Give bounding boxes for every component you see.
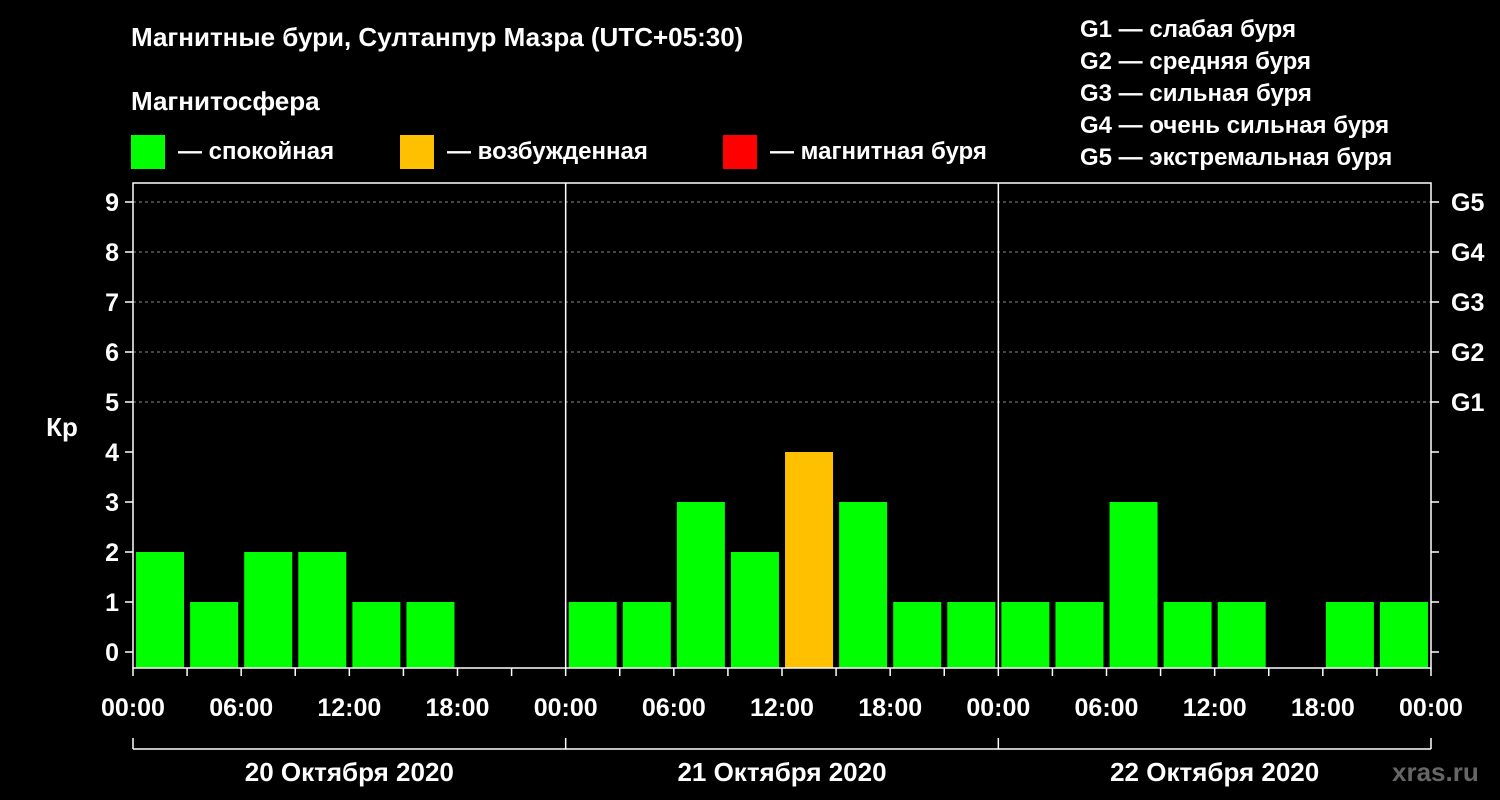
y-tick-label-5: 5: [105, 389, 119, 417]
bar-0: [136, 552, 185, 668]
bar-3: [298, 552, 347, 668]
storm-label-G5: G5: [1451, 189, 1484, 217]
x-tick-label-0: 00:00: [101, 694, 165, 722]
bar-20: [1217, 602, 1266, 668]
x-tick-label-2: 12:00: [317, 694, 381, 722]
bar-14: [893, 602, 942, 668]
y-tick-label-7: 7: [105, 289, 119, 317]
bar-10: [676, 502, 725, 668]
bar-5: [406, 602, 455, 668]
watermark: xras.ru: [1392, 757, 1479, 787]
y-tick-label-6: 6: [105, 339, 119, 367]
y-tick-label-3: 3: [105, 489, 119, 517]
day-label-1: 21 Октября 2020: [677, 757, 886, 787]
day-label-2: 22 Октября 2020: [1110, 757, 1319, 787]
bar-17: [1055, 602, 1104, 668]
y-tick-label-1: 1: [105, 589, 119, 617]
bar-23: [1379, 602, 1428, 668]
x-tick-label-11: 18:00: [1291, 694, 1355, 722]
bar-12: [785, 452, 834, 668]
bar-22: [1325, 602, 1374, 668]
x-tick-label-7: 18:00: [858, 694, 922, 722]
y-tick-label-4: 4: [105, 439, 119, 467]
day-label-0: 20 Октября 2020: [245, 757, 454, 787]
y-tick-label-0: 0: [105, 639, 119, 667]
x-tick-label-12: 00:00: [1399, 694, 1463, 722]
x-tick-label-6: 12:00: [750, 694, 814, 722]
x-tick-label-8: 00:00: [966, 694, 1030, 722]
bar-2: [244, 552, 293, 668]
y-tick-label-2: 2: [105, 539, 119, 567]
x-tick-label-5: 06:00: [642, 694, 706, 722]
bar-8: [568, 602, 617, 668]
bar-4: [352, 602, 401, 668]
x-tick-label-9: 06:00: [1075, 694, 1139, 722]
storm-label-G2: G2: [1451, 339, 1484, 367]
x-tick-label-3: 18:00: [426, 694, 490, 722]
bar-9: [622, 602, 671, 668]
x-tick-label-10: 12:00: [1183, 694, 1247, 722]
bar-19: [1163, 602, 1212, 668]
x-tick-label-4: 00:00: [534, 694, 598, 722]
bar-18: [1109, 502, 1158, 668]
storm-label-G4: G4: [1451, 239, 1484, 267]
kp-bar-chart: 0 1 2 3 4 5 6 7 8 9 G1 G2 G3 G4 G5 Кр 00:00 06:00 12:00 18:…: [46, 182, 1484, 787]
x-tick-label-1: 06:00: [209, 694, 273, 722]
bar-16: [1001, 602, 1050, 668]
bar-11: [730, 552, 779, 668]
y-tick-label-8: 8: [105, 239, 119, 267]
storm-label-G1: G1: [1451, 389, 1484, 417]
y-tick-label-9: 9: [105, 189, 119, 217]
bar-15: [947, 602, 996, 668]
bar-13: [839, 502, 888, 668]
bar-1: [190, 602, 239, 668]
storm-label-G3: G3: [1451, 289, 1484, 317]
y-axis-label: Кр: [46, 412, 78, 442]
